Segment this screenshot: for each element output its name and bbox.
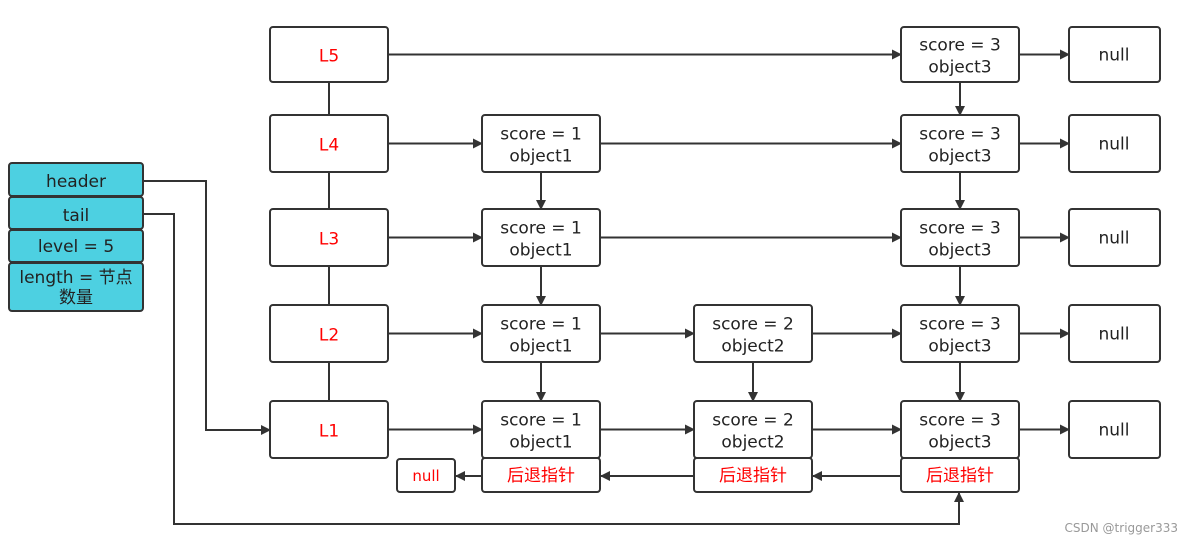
node-object: object1 — [509, 433, 572, 453]
node-object: object1 — [509, 147, 572, 167]
struct-header: header — [46, 172, 106, 192]
node-score: score = 1 — [500, 315, 582, 335]
level-label: L3 — [319, 230, 339, 250]
level-label: L2 — [319, 326, 339, 346]
struct-length: length = 节点 — [19, 268, 132, 288]
node-object: object2 — [721, 337, 784, 357]
backward-null-label: null — [412, 467, 439, 485]
null-label: null — [1099, 325, 1130, 345]
backward-label: 后退指针 — [926, 466, 994, 486]
node-score: score = 2 — [712, 315, 794, 335]
node-score: score = 2 — [712, 411, 794, 431]
backward-label: 后退指针 — [507, 466, 575, 486]
node-object: object1 — [509, 337, 572, 357]
node-score: score = 3 — [919, 219, 1001, 239]
node-score: score = 3 — [919, 411, 1001, 431]
node-score: score = 1 — [500, 219, 582, 239]
header-pointer — [143, 180, 271, 435]
backward-label: 后退指针 — [719, 466, 787, 486]
node-object: object2 — [721, 433, 784, 453]
watermark: CSDN @trigger333 — [1065, 521, 1178, 535]
node-object: object3 — [928, 58, 991, 78]
node-object: object3 — [928, 337, 991, 357]
struct-length-2: 数量 — [59, 288, 93, 308]
null-label: null — [1099, 229, 1130, 249]
node-score: score = 3 — [919, 315, 1001, 335]
struct-level: level = 5 — [38, 237, 114, 257]
node-object: object3 — [928, 433, 991, 453]
node-score: score = 3 — [919, 125, 1001, 145]
level-label: L4 — [319, 136, 339, 156]
level-label: L5 — [319, 47, 339, 67]
null-label: null — [1099, 421, 1130, 441]
level-label: L1 — [319, 422, 339, 442]
struct-tail: tail — [63, 206, 90, 226]
node-score: score = 1 — [500, 125, 582, 145]
node-object: object1 — [509, 241, 572, 261]
node-score: score = 1 — [500, 411, 582, 431]
null-label: null — [1099, 135, 1130, 155]
node-object: object3 — [928, 147, 991, 167]
null-label: null — [1099, 46, 1130, 66]
node-object: object3 — [928, 241, 991, 261]
skiplist-diagram: header tail level = 5 length = 节点数量 L5 L4 L3 L2… — [8, 26, 1178, 535]
node-score: score = 3 — [919, 36, 1001, 56]
